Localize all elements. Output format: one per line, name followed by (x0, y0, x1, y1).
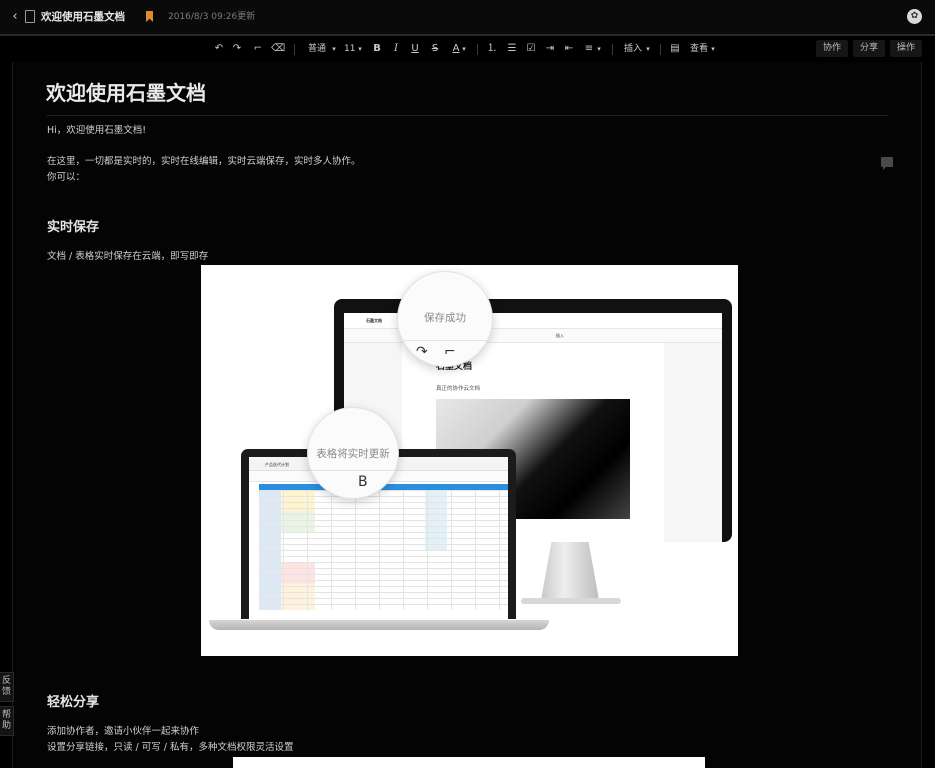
collaborate-button[interactable]: 协作 (816, 40, 849, 57)
magnifier-rule (308, 470, 398, 471)
document-icon (25, 10, 35, 23)
back-arrow-icon[interactable]: ‹ (8, 9, 22, 25)
laptop-base (209, 620, 549, 630)
redo-icon[interactable]: ↷ (231, 41, 243, 57)
style-chevron-down-icon[interactable]: ▾ (330, 41, 338, 57)
heading-rule (46, 115, 888, 116)
toolbar-separator (477, 44, 478, 55)
laptop-tab-label: 产品迭代计划 (265, 462, 289, 467)
align-icon[interactable]: ≡ (583, 41, 595, 57)
title-bar: ‹ 欢迎使用石墨文档 ▾ 2016/8/3 09:26更新 ✿ (0, 0, 935, 34)
insert-chevron-down-icon[interactable]: ▾ (644, 41, 652, 57)
checklist-icon[interactable]: ☑ (525, 41, 537, 57)
share-button[interactable]: 分享 (853, 40, 886, 57)
heading-realtime-save[interactable]: 实时保存 (47, 219, 99, 237)
format-painter-icon[interactable]: ⌐ (252, 41, 264, 57)
monitor-doc-subtitle: 真正的协作云文档 (436, 386, 481, 392)
font-size-chevron-down-icon[interactable]: ▾ (356, 41, 364, 57)
strikethrough-button[interactable]: S (430, 41, 440, 57)
user-avatar[interactable]: ✿ (907, 9, 922, 24)
actions-menu-button[interactable]: 操作 (890, 40, 923, 57)
table-update-magnifier: 表格将实时更新 B (307, 407, 399, 499)
outdent-icon[interactable]: ⇤ (563, 41, 575, 57)
view-chevron-down-icon[interactable]: ▾ (709, 41, 717, 57)
monitor-stand-base (521, 598, 621, 604)
magnifier-rule (398, 340, 492, 341)
monitor-insert-label: 插入 (556, 333, 564, 338)
title-menu-caret-icon[interactable]: ▾ (121, 12, 125, 22)
magnifier-undo-icon: ↷ (416, 344, 428, 360)
monitor-tab-label: 石墨文档 (366, 318, 382, 323)
paragraph-greeting[interactable]: Hi，欢迎使用石墨文档! (47, 124, 146, 138)
realtime-save-illustration: 石墨文档 插入 石墨文档 真正的协作云文档 产品迭代计划 保存成功 ↷ ⌐ 表格… (201, 265, 738, 656)
font-size-select[interactable]: 11 (344, 41, 355, 57)
comment-icon[interactable]: ▤ (669, 41, 681, 57)
bold-button[interactable]: B (372, 41, 382, 57)
paragraph-intro[interactable]: 在这里，一切都是实时的，实时在线编辑，实时云端保存，实时多人协作。 (47, 155, 361, 169)
insert-menu[interactable]: 插入 (622, 41, 644, 57)
undo-icon[interactable]: ↶ (213, 41, 225, 57)
heading-easy-share[interactable]: 轻松分享 (47, 694, 99, 712)
next-illustration-preview (233, 757, 705, 768)
clear-format-icon[interactable]: ⌫ (271, 41, 285, 57)
feedback-tab[interactable]: 反馈 (0, 672, 14, 702)
font-color-chevron-down-icon[interactable]: ▾ (460, 41, 468, 57)
paragraph-style-select[interactable]: 普通 (306, 41, 328, 57)
save-success-magnifier: 保存成功 ↷ ⌐ (397, 271, 493, 367)
document-heading[interactable]: 欢迎使用石墨文档 (46, 80, 206, 106)
monitor-stand (541, 542, 599, 600)
view-menu[interactable]: 查看 (688, 41, 710, 57)
document-title[interactable]: 欢迎使用石墨文档 (41, 9, 125, 25)
table-update-label: 表格将实时更新 (316, 448, 390, 460)
paragraph-realtime-save[interactable]: 文档 / 表格实时保存在云端，即写即存 (47, 250, 208, 264)
paragraph-you-can[interactable]: 你可以： (47, 171, 85, 185)
paragraph-share-invite[interactable]: 添加协作者，邀请小伙伴一起来协作 (47, 725, 199, 739)
indent-icon[interactable]: ⇥ (544, 41, 556, 57)
spreadsheet-grid (259, 490, 508, 610)
toolbar-separator (294, 44, 295, 55)
toolbar-separator (660, 44, 661, 55)
toolbar-separator (612, 44, 613, 55)
paragraph-share-permissions[interactable]: 设置分享链接，只读 / 可写 / 私有，多种文档权限灵活设置 (47, 741, 293, 755)
format-toolbar: ↶ ↷ ⌐ ⌫ 普通 ▾ 11 ▾ B I U S A ▾ ⒈ ☰ ☑ ⇥ ⇤ … (0, 36, 935, 62)
help-tab[interactable]: 帮助 (0, 706, 14, 736)
underline-button[interactable]: U (410, 41, 420, 57)
bookmark-icon[interactable] (146, 11, 153, 22)
ordered-list-icon[interactable]: ⒈ (486, 41, 498, 57)
bullet-list-icon[interactable]: ☰ (506, 41, 518, 57)
align-chevron-down-icon[interactable]: ▾ (595, 41, 603, 57)
save-success-label: 保存成功 (424, 312, 466, 324)
magnifier-bold-glyph: B (358, 474, 368, 490)
last-updated-timestamp: 2016/8/3 09:26更新 (168, 12, 256, 22)
italic-button[interactable]: I (391, 41, 401, 57)
magnifier-paint-icon: ⌐ (444, 344, 456, 360)
comment-bubble-icon[interactable] (881, 157, 893, 170)
